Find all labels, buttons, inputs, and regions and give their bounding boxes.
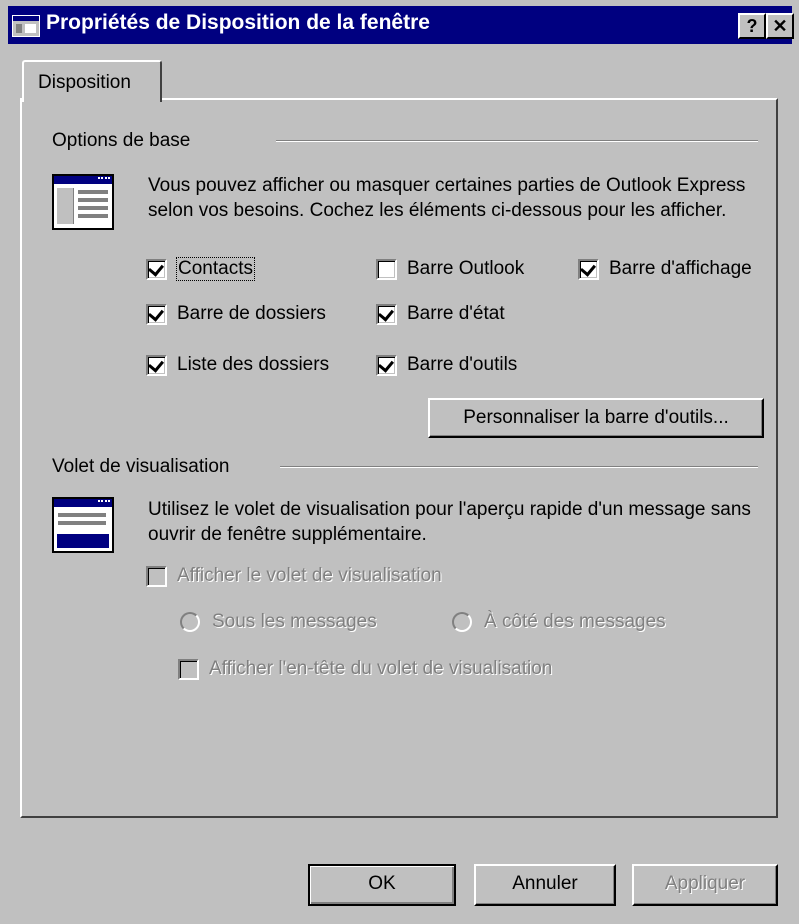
- checkbox-show-preview-header[interactable]: Afficher l'en-tête du volet de visualisa…: [178, 656, 552, 682]
- group-title-basic-options: Options de base: [52, 130, 191, 151]
- radio-beside-messages[interactable]: À côté des messages: [452, 609, 666, 635]
- checkbox-folder-bar[interactable]: Barre de dossiers: [146, 301, 326, 327]
- checkbox-folder-list[interactable]: Liste des dossiers: [146, 352, 329, 378]
- window-layout-icon: [12, 15, 40, 37]
- checkbox-contacts[interactable]: Contacts: [146, 256, 255, 282]
- window-layout-icon: [52, 174, 114, 230]
- group-divider: [280, 466, 758, 468]
- checkbox-box[interactable]: [578, 258, 599, 280]
- radio-label: À côté des messages: [484, 611, 666, 632]
- checkbox-box[interactable]: [146, 354, 167, 376]
- checkbox-outlook-bar[interactable]: Barre Outlook: [376, 256, 524, 282]
- basic-options-description: Vous pouvez afficher ou masquer certaine…: [148, 175, 746, 221]
- tab-disposition[interactable]: Disposition: [22, 60, 162, 102]
- radio-circle[interactable]: [180, 612, 200, 632]
- checkbox-box[interactable]: [376, 354, 397, 376]
- dialog-window: Propriétés de Disposition de la fenêtre …: [0, 0, 799, 924]
- checkbox-status-bar[interactable]: Barre d'état: [376, 301, 505, 327]
- checkbox-toolbar[interactable]: Barre d'outils: [376, 352, 517, 378]
- ok-button[interactable]: OK: [308, 864, 456, 906]
- checkbox-box[interactable]: [146, 258, 167, 280]
- checkbox-box[interactable]: [146, 303, 167, 325]
- customize-toolbar-button[interactable]: Personnaliser la barre d'outils...: [428, 398, 764, 438]
- checkbox-label: Contacts: [176, 257, 255, 281]
- tab-label: Disposition: [38, 72, 131, 93]
- group-divider: [276, 140, 758, 142]
- checkbox-box[interactable]: [146, 565, 167, 587]
- preview-pane-icon: [52, 497, 114, 553]
- checkbox-box[interactable]: [178, 658, 199, 680]
- radio-circle[interactable]: [452, 612, 472, 632]
- preview-pane-description: Utilisez le volet de visualisation pour …: [148, 499, 751, 545]
- close-button[interactable]: ✕: [766, 13, 794, 39]
- title-bar[interactable]: Propriétés de Disposition de la fenêtre …: [8, 6, 794, 44]
- checkbox-view-bar[interactable]: Barre d'affichage: [578, 256, 752, 282]
- help-button[interactable]: ?: [738, 13, 766, 39]
- checkbox-box[interactable]: [376, 303, 397, 325]
- group-title-preview-pane: Volet de visualisation: [52, 456, 230, 477]
- radio-label: Sous les messages: [212, 611, 377, 632]
- radio-below-messages[interactable]: Sous les messages: [180, 609, 377, 635]
- checkbox-label: Afficher l'en-tête du volet de visualisa…: [209, 658, 553, 679]
- checkbox-label: Barre d'outils: [407, 354, 518, 375]
- checkbox-box[interactable]: [376, 258, 397, 280]
- checkbox-label: Barre Outlook: [407, 258, 525, 279]
- checkbox-label: Liste des dossiers: [177, 354, 330, 375]
- apply-button[interactable]: Appliquer: [632, 864, 778, 906]
- checkbox-show-preview-pane[interactable]: Afficher le volet de visualisation: [146, 563, 442, 589]
- checkbox-label: Barre d'affichage: [609, 258, 752, 279]
- window-title: Propriétés de Disposition de la fenêtre: [46, 11, 430, 34]
- checkbox-label: Barre d'état: [407, 303, 505, 324]
- checkbox-label: Barre de dossiers: [177, 303, 326, 324]
- checkbox-label: Afficher le volet de visualisation: [177, 565, 442, 586]
- cancel-button[interactable]: Annuler: [474, 864, 616, 906]
